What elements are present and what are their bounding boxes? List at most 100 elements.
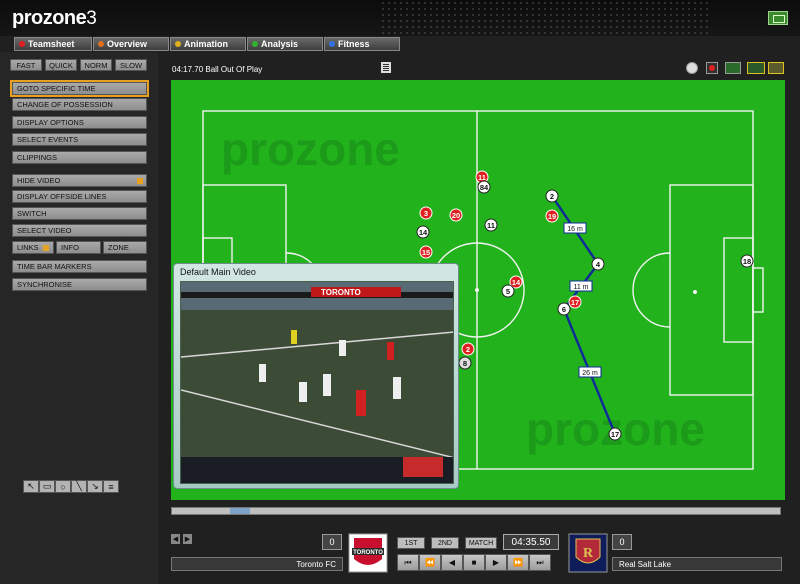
skip-end-icon[interactable]: ⏭ — [529, 554, 551, 571]
record-icon[interactable] — [706, 62, 718, 74]
left-panel — [0, 52, 158, 584]
video-window[interactable]: Default Main Video TORONTO — [173, 263, 459, 489]
ad-banner-text: TORONTO — [321, 288, 361, 297]
info-button[interactable]: INFO — [56, 241, 101, 254]
skip-start-icon[interactable]: ⏮ — [397, 554, 419, 571]
player-figure — [323, 374, 331, 396]
timeline-bar[interactable] — [171, 507, 781, 515]
event-list-icon[interactable] — [381, 62, 391, 73]
stop-icon[interactable]: ■ — [463, 554, 485, 571]
player-red-number: 20 — [452, 211, 460, 220]
display-offside-button[interactable]: DISPLAY OFFSIDE LINES — [12, 190, 147, 203]
player-red-number: 15 — [422, 248, 430, 257]
clippings-button[interactable]: CLIPPINGS — [12, 151, 147, 164]
arrow-tool-icon[interactable]: ↘ — [87, 480, 103, 493]
circle-tool-icon[interactable]: ○ — [55, 480, 71, 493]
home-team-name: Toronto FC — [171, 557, 343, 571]
tab-analysis[interactable]: Analysis — [247, 37, 323, 51]
play-icon[interactable]: ▶ — [485, 554, 507, 571]
player-white-number: 18 — [743, 257, 751, 266]
timeline-thumb[interactable] — [230, 508, 250, 514]
center-spot — [475, 288, 479, 292]
main-tabs: Teamsheet Overview Animation Analysis Fi… — [14, 37, 401, 51]
player-white-number: 11 — [487, 221, 495, 230]
period-match-button[interactable]: MATCH — [465, 537, 497, 549]
select-events-button[interactable]: SELECT EVENTS — [12, 133, 147, 146]
pointer-tool-icon[interactable]: ↖ — [23, 480, 39, 493]
hide-video-label: HIDE VIDEO — [17, 176, 61, 185]
player-white-number: 84 — [480, 183, 489, 192]
right-goal — [752, 267, 764, 313]
zone-button[interactable]: ZONE — [103, 241, 147, 254]
player-red-number: 19 — [548, 212, 556, 221]
tab-dot-icon — [175, 41, 181, 47]
camera-icon[interactable] — [686, 62, 698, 74]
tab-animation[interactable]: Animation — [170, 37, 246, 51]
video-scene: TORONTO — [181, 282, 453, 483]
select-video-button[interactable]: SELECT VIDEO — [12, 224, 147, 237]
players-view-icon[interactable] — [747, 62, 765, 74]
toronto-crest-logo: TORONTO — [348, 533, 388, 573]
tab-fitness[interactable]: Fitness — [324, 37, 400, 51]
expand-view-icon[interactable] — [768, 62, 784, 74]
app-logo: prozone3 — [12, 7, 97, 29]
right-penalty-spot — [693, 290, 697, 294]
hide-video-button[interactable]: HIDE VIDEO — [12, 174, 147, 187]
speed-slow-button[interactable]: SLOW — [115, 59, 147, 71]
right-goal-area — [723, 237, 754, 343]
away-score: 0 — [612, 534, 632, 550]
video-frame[interactable]: TORONTO — [180, 281, 454, 484]
video-title: Default Main Video — [180, 267, 256, 277]
links-label: LINKS — [17, 243, 39, 252]
player-white-number: 5 — [506, 287, 510, 296]
switch-button[interactable]: SWITCH — [12, 207, 147, 220]
time-bar-markers-button[interactable]: TIME BAR MARKERS — [12, 260, 147, 273]
event-label: 04:17.70 Ball Out Of Play — [172, 65, 263, 74]
line-tool-icon[interactable]: ╲ — [71, 480, 87, 493]
text-tool-icon[interactable]: ≡ — [103, 480, 119, 493]
player-figure — [299, 382, 307, 402]
toggle-indicator-icon — [137, 178, 143, 184]
crest-text: R — [583, 546, 594, 561]
rsl-crest-logo: R — [568, 533, 608, 573]
player-red-number: 2 — [466, 345, 470, 354]
tab-overview[interactable]: Overview — [93, 37, 169, 51]
links-button[interactable]: LINKS — [12, 241, 54, 254]
goto-time-button[interactable]: GOTO SPECIFIC TIME — [10, 80, 149, 97]
synchronise-button[interactable]: SYNCHRONISE — [12, 278, 147, 291]
speed-fast-button[interactable]: FAST — [10, 59, 42, 71]
change-possession-button[interactable]: CHANGE OF POSSESSION — [12, 98, 147, 111]
pitch-view-icon[interactable] — [725, 62, 741, 74]
player-red-number: 3 — [424, 209, 428, 218]
player-figure-red — [356, 390, 366, 416]
step-back-icon[interactable]: ◀ — [441, 554, 463, 571]
player-figure — [259, 364, 266, 382]
toggle-indicator-icon — [42, 244, 49, 251]
header-pattern — [380, 0, 710, 36]
fast-forward-icon[interactable]: ⏩ — [507, 554, 529, 571]
app-window: prozone3 Teamsheet Overview Animation An… — [0, 0, 800, 584]
home-score: 0 — [322, 534, 342, 550]
player-white-number: 8 — [463, 359, 467, 368]
tab-dot-icon — [98, 41, 104, 47]
right-penalty-area — [669, 184, 754, 396]
record-dot — [709, 65, 715, 71]
next-arrow-icon[interactable]: ▶ — [183, 534, 192, 544]
drawing-tools: ↖ ▭ ○ ╲ ↘ ≡ — [23, 480, 119, 493]
prev-arrow-icon[interactable]: ◀ — [171, 534, 180, 544]
speed-norm-button[interactable]: NORM — [80, 59, 112, 71]
toronto-crest-icon: TORONTO — [348, 533, 388, 573]
player-figure-red — [387, 342, 394, 360]
tab-teamsheet[interactable]: Teamsheet — [14, 37, 92, 51]
speed-quick-button[interactable]: QUICK — [45, 59, 77, 71]
player-red-number: 14 — [512, 278, 521, 287]
rectangle-tool-icon[interactable]: ▭ — [39, 480, 55, 493]
rewind-icon[interactable]: ⏪ — [419, 554, 441, 571]
exit-icon[interactable] — [768, 11, 788, 25]
period-1st-button[interactable]: 1ST — [397, 537, 425, 549]
display-options-button[interactable]: DISPLAY OPTIONS — [12, 116, 147, 129]
player-white-number: 2 — [550, 192, 554, 201]
foreground-flag — [403, 457, 443, 477]
match-clock: 04:35.50 — [503, 534, 559, 550]
period-2nd-button[interactable]: 2ND — [431, 537, 459, 549]
